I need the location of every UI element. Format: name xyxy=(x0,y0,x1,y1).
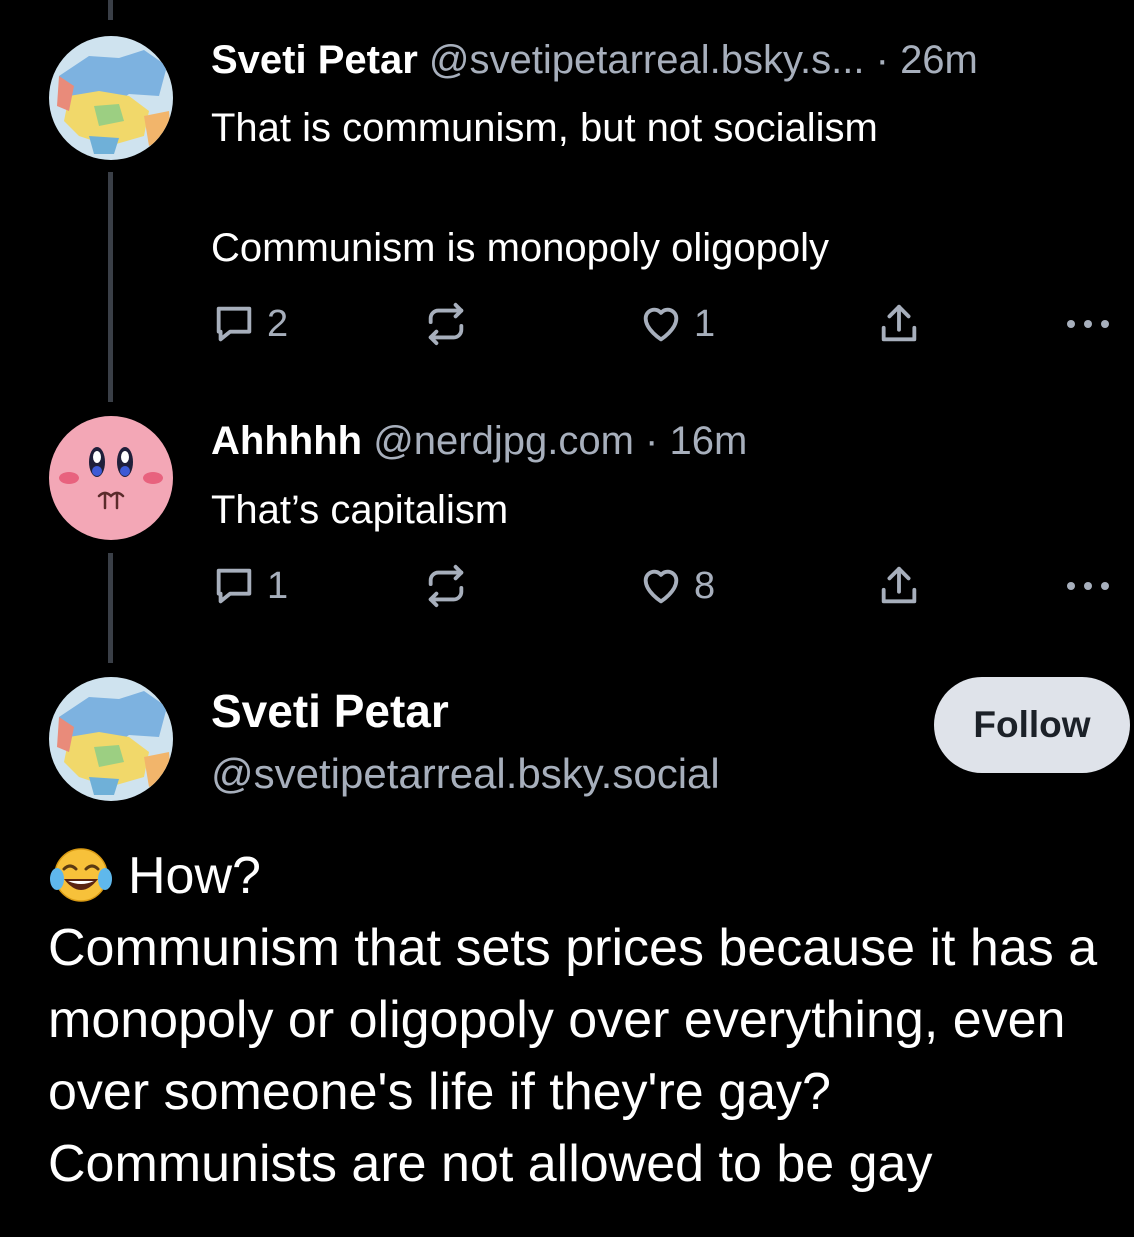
more-options-button[interactable] xyxy=(1063,299,1113,349)
heart-icon xyxy=(643,569,679,604)
author-handle[interactable]: @svetipetarreal.bsky.s... xyxy=(429,38,865,82)
post-actions: 2 1 xyxy=(211,299,1116,349)
author-name[interactable]: Ahhhhh xyxy=(211,419,362,463)
avatar[interactable] xyxy=(49,36,173,160)
share-button[interactable] xyxy=(876,299,922,349)
repost-icon xyxy=(428,302,464,346)
reply-icon xyxy=(216,306,252,342)
like-count: 8 xyxy=(694,564,716,607)
separator-dot: · xyxy=(645,419,659,463)
avatar[interactable] xyxy=(49,677,173,801)
post-text: That is communism, but not socialism Com… xyxy=(211,106,878,270)
author-name[interactable]: Sveti Petar xyxy=(211,38,418,82)
author-name[interactable]: Sveti Petar xyxy=(211,685,449,737)
ellipsis-icon xyxy=(1067,582,1109,590)
thread-line-top xyxy=(108,0,113,20)
author-handle[interactable]: @svetipetarreal.bsky.social xyxy=(211,748,720,800)
more-options-button[interactable] xyxy=(1063,561,1113,611)
repost-icon xyxy=(428,564,464,608)
post-time[interactable]: 16m xyxy=(670,419,748,463)
share-button[interactable] xyxy=(876,561,922,611)
avatar[interactable] xyxy=(49,416,173,540)
main-post-line: Communism that sets prices because it ha… xyxy=(48,919,1098,1121)
post-text: That’s capitalism xyxy=(211,488,509,532)
reply-button[interactable]: 1 xyxy=(211,561,288,611)
face-with-tears-of-joy-icon xyxy=(50,848,112,902)
post-time[interactable]: 26m xyxy=(900,38,978,82)
reply-count: 2 xyxy=(267,302,289,345)
main-post-line: How? xyxy=(48,840,1108,912)
map-avatar-icon xyxy=(49,36,173,160)
separator-dot: · xyxy=(875,38,889,82)
main-post-question: How? xyxy=(128,847,261,905)
like-count: 1 xyxy=(694,302,716,345)
main-post-text: How? Communism that sets prices because … xyxy=(48,840,1108,1200)
like-button[interactable]: 8 xyxy=(638,561,715,611)
repost-button[interactable] xyxy=(423,299,469,349)
kirby-avatar-icon xyxy=(49,416,173,540)
heart-icon xyxy=(643,307,679,342)
share-icon xyxy=(881,304,917,342)
reply-icon xyxy=(216,568,252,604)
author-handle[interactable]: @nerdjpg.com xyxy=(373,419,634,463)
post-header: Ahhhhh @nerdjpg.com · 16m xyxy=(211,417,747,465)
like-button[interactable]: 1 xyxy=(638,299,715,349)
reply-count: 1 xyxy=(267,564,289,607)
repost-button[interactable] xyxy=(423,561,469,611)
post-actions: 1 8 xyxy=(211,561,1116,611)
thread-line-2 xyxy=(108,553,113,663)
post-header: Sveti Petar @svetipetarreal.bsky.s... · … xyxy=(211,36,978,84)
share-icon xyxy=(881,566,917,604)
reply-button[interactable]: 2 xyxy=(211,299,288,349)
main-post-line: Communists are not allowed to be gay xyxy=(48,1135,933,1193)
thread-line-1 xyxy=(108,172,113,402)
follow-button[interactable]: Follow xyxy=(934,677,1130,773)
ellipsis-icon xyxy=(1067,320,1109,328)
map-avatar-icon xyxy=(49,677,173,801)
